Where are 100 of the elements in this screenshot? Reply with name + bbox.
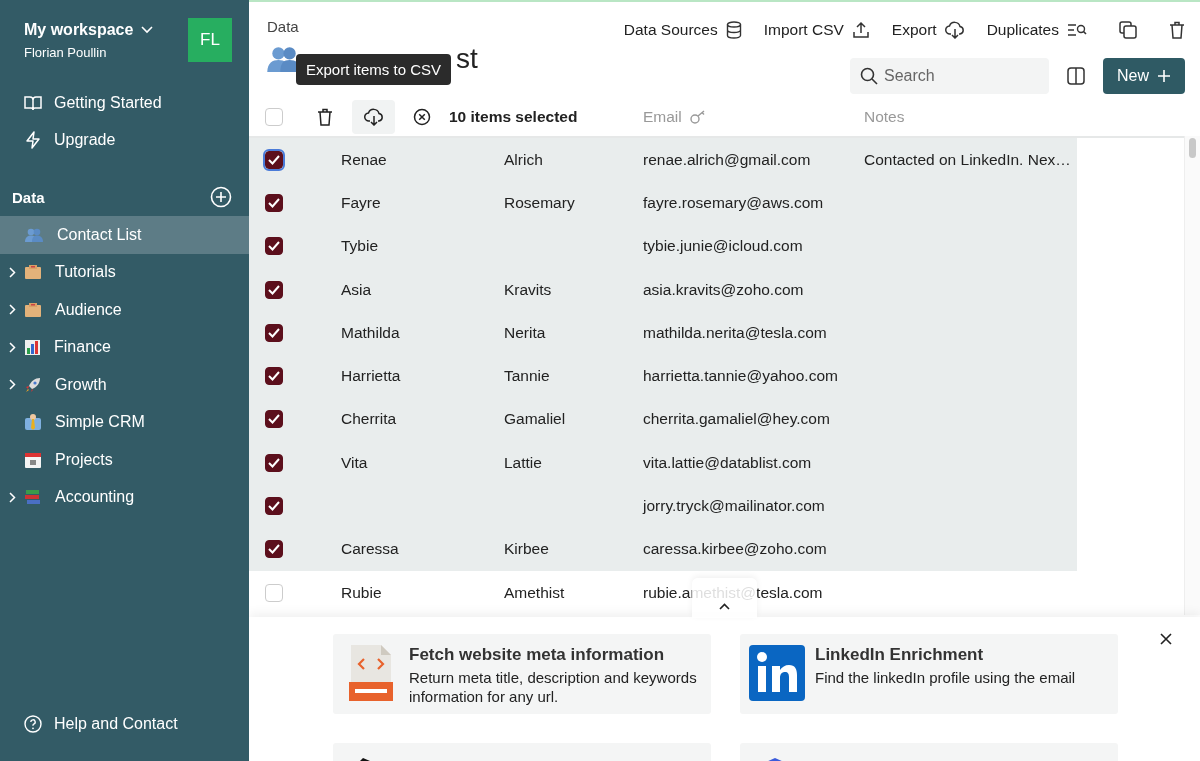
table-row[interactable]: Renae Alrich renae.alrich@gmail.com Contacted on LinkedIn. Nex… bbox=[249, 138, 1077, 182]
add-icon[interactable] bbox=[210, 186, 232, 208]
table-row[interactable]: Harrietta Tannie harrietta.tannie@yahoo.com bbox=[249, 354, 1077, 398]
table-cell: Lattie bbox=[504, 453, 542, 471]
search-field[interactable]: Search bbox=[850, 58, 1049, 94]
table-row[interactable]: Cherrita Gamaliel cherrita.gamaliel@hey.com bbox=[249, 397, 1077, 442]
nav-item[interactable]: Upgrade bbox=[0, 121, 249, 159]
card-description: Find the linkedIn profile using the email bbox=[815, 668, 1076, 687]
table-cell: Nerita bbox=[504, 323, 546, 341]
table-cell: caressa.kirbee@zoho.com bbox=[643, 540, 827, 558]
toolbar-button[interactable]: Import CSV bbox=[763, 21, 870, 39]
book-icon bbox=[24, 94, 42, 111]
close-icon[interactable] bbox=[1160, 633, 1172, 645]
table-row[interactable]: Fayre Rosemary fayre.rosemary@aws.com bbox=[249, 181, 1077, 225]
chevron-right-icon[interactable] bbox=[9, 491, 16, 503]
table-row[interactable]: jorry.tryck@mailinator.com bbox=[249, 484, 1077, 528]
toolbar-button[interactable]: Export bbox=[891, 21, 965, 39]
plus-icon bbox=[1157, 69, 1171, 83]
table-row[interactable]: Caressa Kirbee caressa.kirbee@zoho.com bbox=[249, 527, 1077, 571]
people-icon bbox=[25, 227, 43, 242]
card-description: Return meta title, description and keywords information for any url. bbox=[409, 668, 697, 706]
search-icon bbox=[860, 67, 878, 85]
table-cell: Caressa bbox=[341, 540, 399, 558]
table-cell: Harrietta bbox=[341, 367, 401, 385]
checkbox[interactable] bbox=[265, 453, 283, 472]
sidebar-item[interactable]: Simple CRM bbox=[0, 403, 249, 441]
table-cell: Rubie bbox=[341, 583, 382, 601]
sidebar-item[interactable]: Projects bbox=[0, 441, 249, 479]
table-cell: Kravits bbox=[504, 280, 552, 298]
trash-icon[interactable] bbox=[317, 108, 333, 126]
table-cell: Amethist bbox=[504, 583, 565, 601]
sidebar-item[interactable]: Accounting bbox=[0, 478, 249, 516]
rocket-icon bbox=[25, 376, 41, 393]
export-button[interactable] bbox=[352, 100, 395, 134]
books-icon bbox=[25, 490, 41, 505]
table-cell: Mathilda bbox=[341, 323, 400, 341]
table-row[interactable]: Asia Kravits asia.kravits@zoho.com bbox=[249, 267, 1077, 312]
sidebar-item[interactable]: Audience bbox=[0, 291, 249, 329]
toolbar-button[interactable]: Data Sources bbox=[623, 21, 742, 39]
table-cell: Rosemary bbox=[504, 193, 575, 211]
table-cell: Vita bbox=[341, 453, 368, 471]
table-cell: Asia bbox=[341, 280, 372, 298]
table-cell: Renae bbox=[341, 150, 387, 168]
table-cell: fayre.rosemary@aws.com bbox=[643, 193, 824, 211]
trash-icon[interactable] bbox=[1169, 21, 1185, 39]
sidebar-item[interactable]: Growth bbox=[0, 366, 249, 404]
selection-count: 10 items selected bbox=[449, 108, 578, 126]
checkbox[interactable] bbox=[265, 193, 283, 212]
chevron-right-icon[interactable] bbox=[9, 379, 16, 391]
download-icon bbox=[363, 108, 384, 126]
chevron-right-icon[interactable] bbox=[9, 304, 16, 316]
folder-icon bbox=[25, 302, 41, 317]
help-link[interactable]: Help and Contact bbox=[0, 705, 249, 743]
copy-icon[interactable] bbox=[1119, 21, 1137, 39]
folder-icon bbox=[25, 265, 41, 280]
help-icon bbox=[24, 715, 42, 734]
card-title: LinkedIn Enrichment bbox=[815, 645, 985, 665]
chevron-right-icon[interactable] bbox=[9, 266, 16, 278]
enrichment-card[interactable]: LinkedIn Enrichment Find the linkedIn profile using the email bbox=[740, 634, 1118, 714]
enrichment-card[interactable]: Fetch website meta information Return meta title, description and keywords information for any url. bbox=[333, 634, 711, 714]
tooltip: Export items to CSV bbox=[296, 54, 452, 85]
checkbox[interactable] bbox=[265, 540, 283, 559]
nav-item[interactable]: Getting Started bbox=[0, 84, 249, 122]
table-cell: mathilda.nerita@tesla.com bbox=[643, 323, 827, 341]
sidebar-item[interactable]: Tutorials bbox=[0, 253, 249, 291]
table-cell: tybie.junie@icloud.com bbox=[643, 237, 803, 255]
card-title: Fetch website meta information bbox=[409, 645, 666, 665]
table-cell: Fayre bbox=[341, 193, 381, 211]
workspace-name[interactable]: My workspace bbox=[24, 21, 134, 39]
page-title: st bbox=[456, 43, 478, 75]
new-button[interactable]: New bbox=[1103, 58, 1185, 94]
bar-chart-icon bbox=[25, 339, 40, 355]
lightning-icon bbox=[24, 131, 42, 150]
sidebar-item[interactable]: Contact List bbox=[0, 216, 249, 254]
table-cell: renae.alrich@gmail.com bbox=[643, 150, 811, 168]
chevron-down-icon[interactable] bbox=[141, 26, 154, 34]
checkbox[interactable] bbox=[265, 280, 283, 299]
checkbox[interactable] bbox=[265, 497, 283, 515]
search-list-icon bbox=[1067, 23, 1087, 37]
breadcrumb[interactable]: Data bbox=[267, 18, 478, 35]
checkbox[interactable] bbox=[265, 367, 283, 386]
columns-icon[interactable] bbox=[1067, 67, 1085, 85]
download-icon bbox=[944, 21, 965, 39]
table-cell: harrietta.tannie@yahoo.com bbox=[643, 367, 838, 385]
table-row[interactable]: Tybie tybie.junie@icloud.com bbox=[249, 224, 1077, 268]
checkbox[interactable] bbox=[265, 237, 283, 256]
toolbar-button[interactable]: Duplicates bbox=[986, 21, 1087, 39]
checkbox[interactable] bbox=[265, 150, 283, 169]
sidebar-item[interactable]: Finance bbox=[0, 328, 249, 366]
table-row[interactable]: Vita Lattie vita.lattie@datablist.com bbox=[249, 441, 1077, 485]
checkbox[interactable] bbox=[265, 323, 283, 342]
table-cell: Alrich bbox=[504, 150, 543, 168]
linkedin-icon bbox=[749, 645, 805, 701]
chevron-right-icon[interactable] bbox=[9, 341, 16, 353]
scrollbar[interactable] bbox=[1184, 136, 1200, 615]
table-row[interactable]: Mathilda Nerita mathilda.nerita@tesla.com bbox=[249, 311, 1077, 355]
key-icon bbox=[689, 110, 706, 124]
table-cell: Cherrita bbox=[341, 410, 397, 428]
close-icon[interactable] bbox=[413, 108, 431, 126]
checkbox[interactable] bbox=[265, 410, 283, 429]
